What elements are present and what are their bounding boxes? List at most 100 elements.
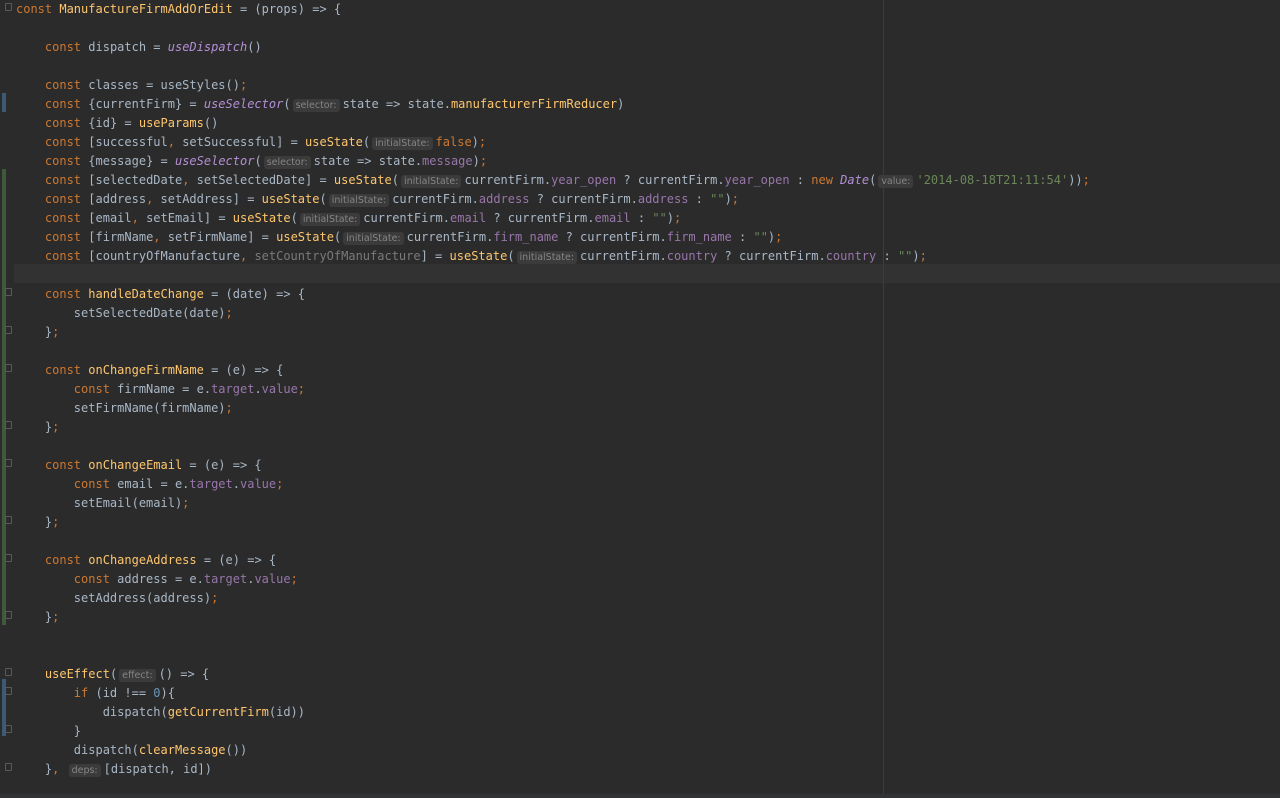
code-line[interactable]: const classes = useStyles(); (16, 76, 1090, 95)
code-line[interactable] (16, 266, 1090, 285)
code-text: ? currentFirm. (529, 192, 638, 206)
code-text: [email (88, 211, 132, 225)
code-line[interactable]: const [firmName, setFirmName] = useState… (16, 228, 1090, 247)
keyword: ; (297, 382, 306, 396)
code-text: firmName = e. (117, 382, 212, 396)
code-line[interactable]: const firmName = e.target.value; (16, 380, 1090, 399)
horizontal-scrollbar[interactable] (0, 794, 1280, 798)
fold-icon[interactable] (5, 516, 12, 524)
property: value (261, 382, 298, 396)
keyword: ; (52, 420, 60, 434)
code-text: } (16, 610, 53, 624)
change-marker (2, 93, 6, 112)
code-text: : (630, 211, 653, 225)
fold-icon[interactable] (5, 421, 12, 429)
code-line[interactable]: const address = e.target.value; (16, 570, 1090, 589)
function-name: clearMessage (138, 743, 226, 757)
code-text: {id} = (88, 116, 139, 130)
code-line[interactable]: const {currentFirm} = useSelector(select… (16, 95, 1090, 114)
code-text: [address (88, 192, 147, 206)
code-text: setEmail(email) (16, 496, 183, 510)
code-line[interactable] (16, 342, 1090, 361)
code-line[interactable] (16, 532, 1090, 551)
fold-icon[interactable] (5, 668, 12, 676)
code-line[interactable]: const [selectedDate, setSelectedDate] = … (16, 171, 1090, 190)
code-line[interactable]: const [countryOfManufacture, setCountryO… (16, 247, 1090, 266)
code-line[interactable]: }, deps: [dispatch, id]) (16, 760, 1090, 779)
code-line[interactable]: } (16, 722, 1090, 741)
fold-icon[interactable] (5, 3, 12, 11)
code-line[interactable]: const onChangeAddress = (e) => { (16, 551, 1090, 570)
code-line[interactable]: dispatch(clearMessage()) (16, 741, 1090, 760)
function-name: onChangeFirmName (88, 363, 204, 377)
code-text: () (247, 40, 262, 54)
code-text: } (16, 325, 53, 339)
fold-icon[interactable] (5, 611, 12, 619)
code-line[interactable]: }; (16, 323, 1090, 342)
fold-icon[interactable] (5, 459, 12, 467)
code-line[interactable]: const [address, setAddress] = useState(i… (16, 190, 1090, 209)
code-line[interactable]: const handleDateChange = (date) => { (16, 285, 1090, 304)
fold-icon[interactable] (5, 763, 12, 771)
unused-identifier: setCountryOfManufacture (254, 249, 421, 263)
keyword: ; (239, 78, 248, 92)
code-text: dispatch = (88, 40, 168, 54)
code-text: currentFirm. (580, 249, 667, 263)
keyword: , (52, 762, 67, 776)
property: address (637, 192, 689, 206)
code-text: : (688, 192, 711, 206)
code-line[interactable] (16, 19, 1090, 38)
code-line[interactable] (16, 57, 1090, 76)
code-line[interactable]: useEffect(effect:() => { (16, 665, 1090, 684)
code-line[interactable]: }; (16, 513, 1090, 532)
fold-icon[interactable] (5, 725, 12, 733)
code-line[interactable]: setFirmName(firmName); (16, 399, 1090, 418)
code-line[interactable] (16, 437, 1090, 456)
code-text: [firmName (88, 230, 154, 244)
fold-icon[interactable] (5, 687, 12, 695)
keyword: false (435, 135, 472, 149)
code-line[interactable] (16, 646, 1090, 665)
code-line[interactable]: const {id} = useParams() (16, 114, 1090, 133)
code-text: . (254, 382, 262, 396)
code-line[interactable]: setAddress(address); (16, 589, 1090, 608)
code-line[interactable]: const email = e.target.value; (16, 475, 1090, 494)
code-line[interactable]: const onChangeFirmName = (e) => { (16, 361, 1090, 380)
keyword: const (16, 2, 60, 16)
keyword: const (44, 40, 89, 54)
code-line[interactable]: if (id !== 0){ (16, 684, 1090, 703)
keyword: const (44, 287, 89, 301)
code-text: ( (869, 173, 877, 187)
code-line[interactable]: dispatch(getCurrentFirm(id)) (16, 703, 1090, 722)
fold-icon[interactable] (5, 326, 12, 334)
keyword: ; (919, 249, 927, 263)
code-line[interactable]: const {message} = useSelector(selector: s… (16, 152, 1090, 171)
code-line[interactable]: const dispatch = useDispatch() (16, 38, 1090, 57)
function-name: useEffect (44, 667, 110, 681)
code-line[interactable]: const [email, setEmail] = useState(initi… (16, 209, 1090, 228)
keyword: ; (52, 610, 60, 624)
parameter-hint: initialState: (516, 251, 578, 264)
fold-icon[interactable] (5, 288, 12, 296)
code-editor[interactable]: const ManufactureFirmAddOrEdit = (props)… (16, 0, 1090, 779)
code-line[interactable]: setSelectedDate(date); (16, 304, 1090, 323)
keyword: const (44, 230, 89, 244)
code-line[interactable]: }; (16, 608, 1090, 627)
code-line[interactable]: const [successful, setSuccessful] = useS… (16, 133, 1090, 152)
keyword: const (73, 382, 118, 396)
fold-icon[interactable] (5, 554, 12, 562)
fold-icon[interactable] (5, 364, 12, 372)
code-text: = (e) => { (203, 363, 284, 377)
code-text: currentFirm. (392, 192, 479, 206)
keyword: const (44, 173, 89, 187)
code-text: ? currentFirm. (616, 173, 725, 187)
code-line[interactable]: }; (16, 418, 1090, 437)
code-line[interactable]: const ManufactureFirmAddOrEdit = (props)… (16, 0, 1090, 19)
code-line[interactable]: setEmail(email); (16, 494, 1090, 513)
code-text: currentFirm. (406, 230, 494, 244)
code-line[interactable] (16, 627, 1090, 646)
code-line[interactable]: const onChangeEmail = (e) => { (16, 456, 1090, 475)
